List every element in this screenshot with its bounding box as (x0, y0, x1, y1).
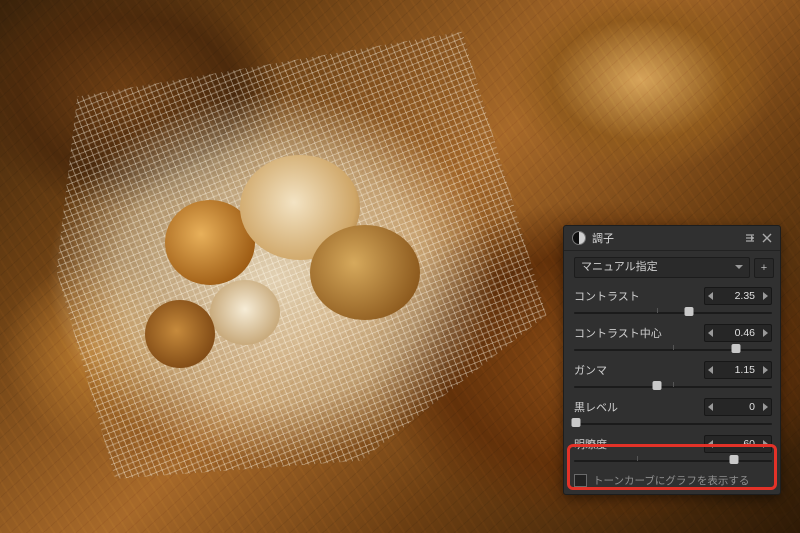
param-label: コントラスト (574, 288, 704, 304)
param-label: ガンマ (574, 362, 704, 378)
param-slider[interactable] (574, 381, 772, 393)
bouquet-detail (310, 225, 420, 320)
add-preset-button[interactable]: + (754, 258, 774, 278)
panel-title: 調子 (592, 230, 740, 246)
tonecurve-checkbox[interactable] (574, 474, 587, 487)
param-spinner[interactable]: 2.35 (704, 287, 772, 305)
increase-icon[interactable] (759, 326, 771, 340)
panel-header[interactable]: 調子 (564, 226, 780, 251)
param-value[interactable]: 0 (717, 401, 759, 413)
tone-icon (572, 231, 586, 245)
param-spinner[interactable]: 60 (704, 435, 772, 453)
param-3: 黒レベル 0 (564, 395, 780, 432)
param-label: 明瞭度 (574, 436, 704, 452)
decrease-icon[interactable] (705, 326, 717, 340)
preset-value: マニュアル指定 (581, 261, 658, 273)
decrease-icon[interactable] (705, 400, 717, 414)
panel-close-icon[interactable] (760, 231, 774, 245)
slider-track (574, 312, 772, 314)
increase-icon[interactable] (759, 363, 771, 377)
param-spinner[interactable]: 1.15 (704, 361, 772, 379)
slider-default-mark (657, 308, 658, 313)
param-label: 黒レベル (574, 399, 704, 415)
param-value[interactable]: 2.35 (717, 290, 759, 302)
increase-icon[interactable] (759, 400, 771, 414)
bouquet-detail (210, 280, 280, 345)
param-slider[interactable] (574, 455, 772, 467)
footer-label: トーンカーブにグラフを表示する (593, 473, 749, 488)
slider-default-mark (673, 345, 674, 350)
preset-dropdown[interactable]: マニュアル指定 (574, 257, 750, 278)
footer-row: トーンカーブにグラフを表示する (564, 469, 780, 494)
slider-thumb[interactable] (653, 381, 662, 390)
slider-default-mark (673, 382, 674, 387)
decrease-icon[interactable] (705, 437, 717, 451)
param-spinner[interactable]: 0 (704, 398, 772, 416)
decrease-icon[interactable] (705, 289, 717, 303)
param-2: ガンマ 1.15 (564, 358, 780, 395)
param-value[interactable]: 0.46 (717, 327, 759, 339)
param-4: 明瞭度 60 (564, 432, 780, 469)
bouquet-detail (145, 300, 215, 368)
panel-menu-icon[interactable] (743, 231, 757, 245)
slider-thumb[interactable] (730, 455, 739, 464)
increase-icon[interactable] (759, 437, 771, 451)
slider-thumb[interactable] (732, 344, 741, 353)
slider-thumb[interactable] (684, 307, 693, 316)
increase-icon[interactable] (759, 289, 771, 303)
slider-track (574, 423, 772, 425)
decrease-icon[interactable] (705, 363, 717, 377)
param-0: コントラスト 2.35 (564, 284, 780, 321)
slider-thumb[interactable] (571, 418, 580, 427)
plus-icon: + (761, 262, 767, 274)
param-value[interactable]: 60 (717, 438, 759, 450)
slider-track (574, 460, 772, 462)
slider-default-mark (637, 456, 638, 461)
param-value[interactable]: 1.15 (717, 364, 759, 376)
param-slider[interactable] (574, 307, 772, 319)
param-1: コントラスト中心 0.46 (564, 321, 780, 358)
tone-panel: 調子 マニュアル指定 + コントラスト 2.35 コントラスト中心 0.46 ガンマ 1.… (564, 226, 780, 494)
preset-row: マニュアル指定 + (564, 251, 780, 284)
param-slider[interactable] (574, 344, 772, 356)
param-label: コントラスト中心 (574, 325, 704, 341)
app-canvas: 調子 マニュアル指定 + コントラスト 2.35 コントラスト中心 0.46 ガンマ 1.… (0, 0, 800, 533)
param-slider[interactable] (574, 418, 772, 430)
param-spinner[interactable]: 0.46 (704, 324, 772, 342)
